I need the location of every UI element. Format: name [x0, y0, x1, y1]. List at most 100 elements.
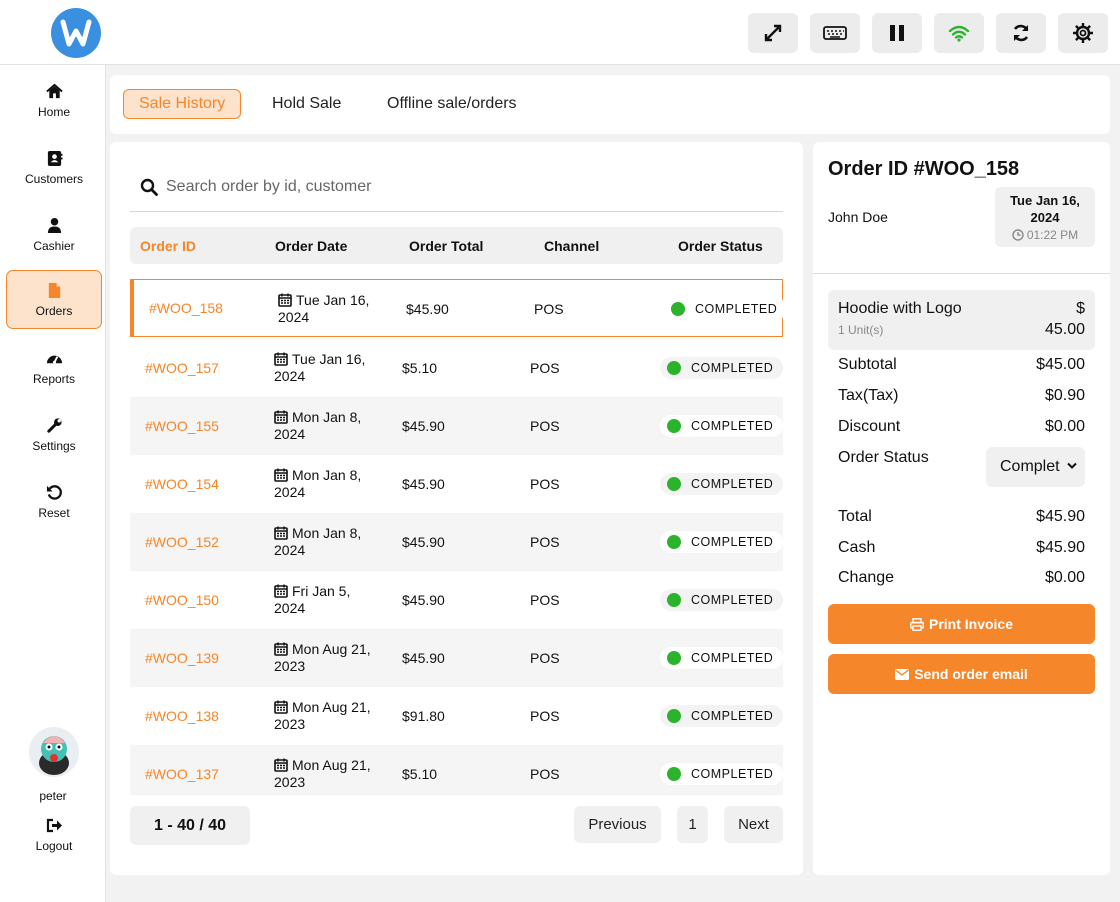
calendar-icon	[274, 584, 288, 598]
clock-icon	[1012, 229, 1024, 241]
header-order-id[interactable]: Order ID	[140, 238, 196, 254]
search-input[interactable]	[166, 177, 746, 196]
search-icon	[140, 178, 158, 196]
logout-label: Logout	[35, 839, 73, 853]
status-badge: COMPLETED	[660, 473, 783, 495]
status-dot-icon	[667, 361, 681, 375]
order-id-link[interactable]: #WOO_138	[145, 708, 219, 724]
page-1-button[interactable]: 1	[677, 806, 708, 843]
sign-out-icon	[46, 818, 62, 833]
status-dot-icon	[667, 593, 681, 607]
status-badge: COMPLETED	[660, 415, 783, 437]
table-row[interactable]: #WOO_154 Mon Jan 8, 2024 $45.90 POS COMP…	[130, 455, 783, 513]
pause-icon	[890, 25, 904, 41]
order-channel: POS	[530, 592, 560, 608]
undo-icon	[46, 484, 62, 500]
orders-table-body[interactable]: #WOO_158 Tue Jan 16, 2024 $45.90 POS COM…	[130, 279, 783, 795]
header-order-total[interactable]: Order Total	[409, 238, 483, 254]
sync-button[interactable]	[996, 13, 1046, 53]
customer-name: John Doe	[828, 209, 888, 225]
order-id-link[interactable]: #WOO_150	[145, 592, 219, 608]
refresh-icon	[1013, 24, 1029, 42]
previous-button[interactable]: Previous	[574, 806, 661, 843]
sidebar-item-label: Settings	[32, 438, 76, 453]
header-order-status[interactable]: Order Status	[678, 238, 763, 254]
order-total: $45.90	[402, 592, 445, 608]
home-icon	[45, 83, 63, 98]
avatar[interactable]	[29, 727, 79, 777]
calendar-icon	[274, 642, 288, 656]
table-row[interactable]: #WOO_155 Mon Jan 8, 2024 $45.90 POS COMP…	[130, 397, 783, 455]
calendar-icon	[274, 758, 288, 772]
print-invoice-button[interactable]: Print Invoice	[828, 604, 1095, 644]
order-id-link[interactable]: #WOO_137	[145, 766, 219, 782]
order-id-link[interactable]: #WOO_158	[149, 300, 223, 316]
order-date-line2: 2024	[1030, 210, 1060, 225]
tax-value: $0.90	[1044, 387, 1085, 404]
tab-bar: Sale History Hold Sale Offline sale/orde…	[110, 75, 1110, 134]
sidebar-item-orders[interactable]: Orders	[6, 270, 102, 329]
order-id-link[interactable]: #WOO_157	[145, 360, 219, 376]
order-id-link[interactable]: #WOO_152	[145, 534, 219, 550]
header-order-date[interactable]: Order Date	[275, 238, 347, 254]
table-row[interactable]: #WOO_139 Mon Aug 21, 2023 $45.90 POS COM…	[130, 629, 783, 687]
status-badge: COMPLETED	[660, 589, 783, 611]
order-total: $5.10	[402, 360, 438, 376]
total-value: $45.90	[1036, 508, 1085, 525]
sidebar-item-reports[interactable]: Reports	[6, 338, 102, 397]
table-row[interactable]: #WOO_152 Mon Jan 8, 2024 $45.90 POS COMP…	[130, 513, 783, 571]
wrench-icon	[46, 417, 62, 433]
table-row[interactable]: #WOO_150 Fri Jan 5, 2024 $45.90 POS COMP…	[130, 571, 783, 629]
tab-hold-sale[interactable]: Hold Sale	[272, 89, 341, 119]
order-status-select[interactable]: Complet	[986, 447, 1085, 487]
order-total: $45.90	[402, 418, 445, 434]
status-badge: COMPLETED	[660, 763, 783, 785]
wifi-button[interactable]	[934, 13, 984, 53]
send-email-button[interactable]: Send order email	[828, 654, 1095, 694]
pagination-count: 1 - 40 / 40	[130, 806, 250, 845]
logout-button[interactable]: Logout	[6, 818, 102, 862]
status-badge: COMPLETED	[664, 298, 783, 320]
sidebar-item-cashier[interactable]: Cashier	[6, 205, 102, 264]
keyboard-button[interactable]	[810, 13, 860, 53]
status-dot-icon	[667, 651, 681, 665]
username: peter	[39, 789, 67, 803]
table-row[interactable]: #WOO_158 Tue Jan 16, 2024 $45.90 POS COM…	[130, 279, 783, 337]
order-channel: POS	[530, 650, 560, 666]
next-button[interactable]: Next	[724, 806, 783, 843]
order-id-link[interactable]: #WOO_154	[145, 476, 219, 492]
sidebar-item-customers[interactable]: Customers	[6, 138, 102, 197]
pause-button[interactable]	[872, 13, 922, 53]
order-id-link[interactable]: #WOO_155	[145, 418, 219, 434]
settings-button[interactable]	[1058, 13, 1108, 53]
tab-sale-history[interactable]: Sale History	[123, 89, 242, 119]
sidebar-item-settings[interactable]: Settings	[6, 405, 102, 464]
address-book-icon	[47, 150, 63, 166]
table-row[interactable]: #WOO_157 Tue Jan 16, 2024 $5.10 POS COMP…	[130, 339, 783, 397]
header-channel[interactable]: Channel	[544, 238, 599, 254]
gear-icon	[1073, 23, 1093, 43]
calendar-icon	[274, 352, 288, 366]
user-icon	[47, 217, 61, 233]
order-id-link[interactable]: #WOO_139	[145, 650, 219, 666]
order-detail-panel: Order ID #WOO_158 John Doe Tue Jan 16, 2…	[813, 142, 1110, 875]
order-total: $91.80	[402, 708, 445, 724]
table-row[interactable]: #WOO_137 Mon Aug 21, 2023 $5.10 POS COMP…	[130, 745, 783, 795]
order-date-line1: Tue Jan 16,	[1010, 193, 1080, 208]
w-logo-icon[interactable]	[51, 8, 101, 58]
keyboard-icon	[823, 26, 847, 40]
item-currency: $	[1076, 300, 1085, 317]
fullscreen-button[interactable]	[748, 13, 798, 53]
top-bar	[0, 0, 1120, 65]
order-date: Mon Jan 8, 2024	[274, 467, 362, 500]
table-row[interactable]: #WOO_138 Mon Aug 21, 2023 $91.80 POS COM…	[130, 687, 783, 745]
status-dot-icon	[667, 477, 681, 491]
sidebar-item-reset[interactable]: Reset	[6, 472, 102, 531]
status-dot-icon	[667, 419, 681, 433]
status-dot-icon	[667, 535, 681, 549]
sidebar-item-home[interactable]: Home	[6, 71, 102, 130]
order-line-item: Hoodie with Logo 1 Unit(s) $ 45.00	[828, 290, 1095, 350]
subtotal-value: $45.00	[1036, 356, 1085, 373]
sidebar: Home Customers Cashier Orders Reports Se…	[0, 65, 106, 902]
tab-offline-orders[interactable]: Offline sale/orders	[387, 89, 517, 119]
